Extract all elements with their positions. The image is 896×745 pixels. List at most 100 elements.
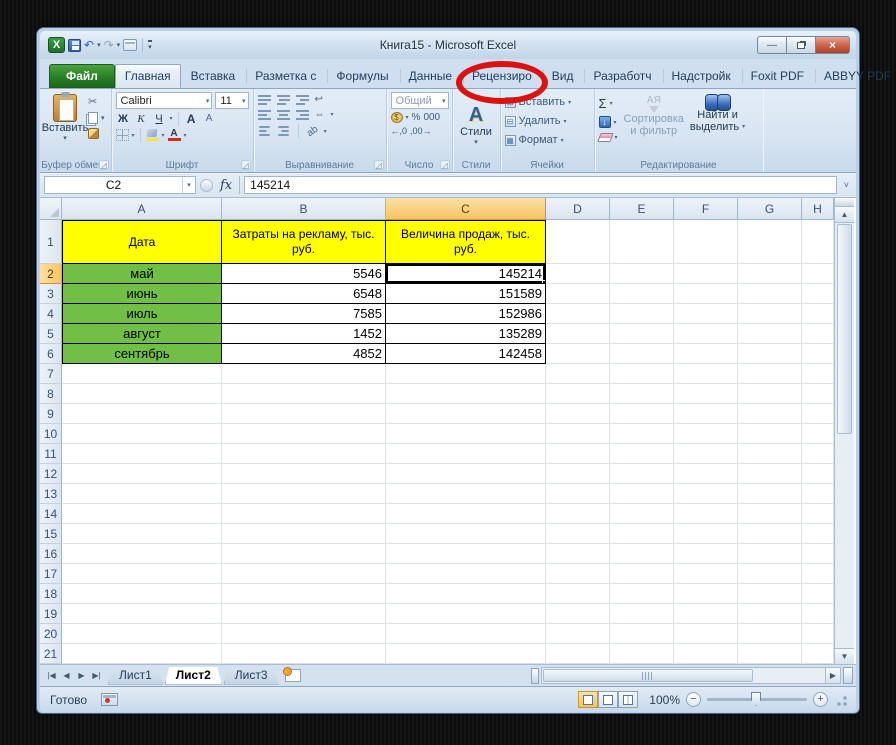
vertical-scroll-thumb[interactable] — [837, 224, 852, 434]
row-header-9[interactable]: 9 — [40, 404, 62, 424]
percent-style-button[interactable]: % — [412, 112, 421, 123]
column-header-F[interactable]: F — [674, 198, 738, 220]
column-header-E[interactable]: E — [610, 198, 674, 220]
align-top-icon[interactable] — [257, 94, 271, 105]
cell-A21[interactable] — [62, 644, 222, 664]
cell-B2[interactable]: 5546 — [222, 264, 386, 284]
cell-A12[interactable] — [62, 464, 222, 484]
page-layout-view-button[interactable] — [598, 691, 618, 708]
cell-G15[interactable] — [738, 524, 802, 544]
row-header-7[interactable]: 7 — [40, 364, 62, 384]
cell-A6[interactable]: сентябрь — [62, 344, 222, 364]
cell-C10[interactable] — [386, 424, 546, 444]
font-color-icon[interactable]: A — [167, 129, 181, 141]
number-format-dropdown-icon[interactable]: ▾ — [439, 97, 446, 105]
cell-B3[interactable]: 6548 — [222, 284, 386, 304]
cell-C6[interactable]: 142458 — [386, 344, 546, 364]
column-header-G[interactable]: G — [738, 198, 802, 220]
zoom-level[interactable]: 100% — [644, 693, 680, 707]
cell-D20[interactable] — [546, 624, 610, 644]
alignment-dialog-launcher[interactable]: ◿ — [373, 160, 384, 170]
cell-H5[interactable] — [802, 324, 834, 344]
cell-E2[interactable] — [610, 264, 674, 284]
row-header-14[interactable]: 14 — [40, 504, 62, 524]
expand-formula-bar-icon[interactable]: ˅ — [841, 180, 852, 190]
name-box[interactable]: C2 ▾ — [44, 176, 196, 194]
cell-A11[interactable] — [62, 444, 222, 464]
cell-C1[interactable]: Величина продаж, тыс. руб. — [386, 220, 546, 264]
cell-D19[interactable] — [546, 604, 610, 624]
tab-abbyy-pdf[interactable]: ABBYY PDF — [814, 64, 896, 88]
cell-D5[interactable] — [546, 324, 610, 344]
insert-dropdown-icon[interactable]: ▾ — [568, 99, 571, 106]
cell-B9[interactable] — [222, 404, 386, 424]
row-header-8[interactable]: 8 — [40, 384, 62, 404]
cell-A14[interactable] — [62, 504, 222, 524]
cell-G14[interactable] — [738, 504, 802, 524]
cell-H20[interactable] — [802, 624, 834, 644]
grow-font-button[interactable]: А — [184, 111, 199, 126]
sheet-tab-лист3[interactable]: Лист3 — [223, 666, 279, 685]
cell-H13[interactable] — [802, 484, 834, 504]
clipboard-dialog-launcher[interactable]: ◿ — [98, 160, 109, 170]
cell-A2[interactable]: май — [62, 264, 222, 284]
cell-A15[interactable] — [62, 524, 222, 544]
cell-E14[interactable] — [610, 504, 674, 524]
find-dropdown-icon[interactable]: ▾ — [742, 121, 745, 133]
cell-C14[interactable] — [386, 504, 546, 524]
cell-B16[interactable] — [222, 544, 386, 564]
tab-формулы[interactable]: Формулы — [326, 64, 398, 88]
font-name-combo[interactable]: Calibri ▾ — [115, 92, 213, 109]
cell-H19[interactable] — [802, 604, 834, 624]
row-header-15[interactable]: 15 — [40, 524, 62, 544]
cell-D21[interactable] — [546, 644, 610, 664]
cell-B12[interactable] — [222, 464, 386, 484]
column-header-A[interactable]: A — [62, 198, 222, 220]
row-header-18[interactable]: 18 — [40, 584, 62, 604]
tab-файл[interactable]: Файл — [49, 64, 115, 88]
cell-H16[interactable] — [802, 544, 834, 564]
cell-D4[interactable] — [546, 304, 610, 324]
zoom-out-button[interactable]: − — [686, 692, 701, 707]
cell-E21[interactable] — [610, 644, 674, 664]
cell-A19[interactable] — [62, 604, 222, 624]
cell-H12[interactable] — [802, 464, 834, 484]
minimize-button[interactable]: — — [757, 36, 786, 54]
cell-B6[interactable]: 4852 — [222, 344, 386, 364]
styles-dropdown-icon[interactable]: ▾ — [474, 138, 478, 146]
cell-G21[interactable] — [738, 644, 802, 664]
underline-button[interactable]: Ч — [152, 111, 167, 126]
find-select-button[interactable]: Найти и выделить ▾ — [690, 92, 745, 157]
font-dialog-launcher[interactable]: ◿ — [240, 160, 251, 170]
cell-F4[interactable] — [674, 304, 738, 324]
cell-H15[interactable] — [802, 524, 834, 544]
cell-E17[interactable] — [610, 564, 674, 584]
horizontal-scrollbar[interactable]: ▶ — [541, 667, 841, 684]
row-header-1[interactable]: 1 — [40, 220, 62, 264]
cell-A10[interactable] — [62, 424, 222, 444]
row-header-10[interactable]: 10 — [40, 424, 62, 444]
orientation-icon[interactable]: ab — [304, 123, 319, 138]
cell-D2[interactable] — [546, 264, 610, 284]
align-middle-icon[interactable] — [276, 94, 290, 105]
row-header-5[interactable]: 5 — [40, 324, 62, 344]
cell-B10[interactable] — [222, 424, 386, 444]
cell-H6[interactable] — [802, 344, 834, 364]
scroll-up-icon[interactable]: ▲ — [835, 207, 854, 223]
sort-filter-button[interactable]: АЯ Сортировка и фильтр — [624, 92, 684, 157]
cell-A13[interactable] — [62, 484, 222, 504]
cell-H9[interactable] — [802, 404, 834, 424]
scroll-right-icon[interactable]: ▶ — [825, 668, 840, 683]
cell-A7[interactable] — [62, 364, 222, 384]
tab-foxit-pdf[interactable]: Foxit PDF — [741, 64, 814, 88]
accounting-format-icon[interactable]: $ — [390, 112, 403, 123]
cell-G9[interactable] — [738, 404, 802, 424]
prev-sheet-icon[interactable]: ◀ — [60, 671, 73, 680]
cell-A3[interactable]: июнь — [62, 284, 222, 304]
shrink-font-button[interactable]: А — [202, 111, 217, 126]
cell-A17[interactable] — [62, 564, 222, 584]
cell-G5[interactable] — [738, 324, 802, 344]
cell-C11[interactable] — [386, 444, 546, 464]
align-bottom-icon[interactable] — [295, 94, 309, 105]
cell-H2[interactable] — [802, 264, 834, 284]
